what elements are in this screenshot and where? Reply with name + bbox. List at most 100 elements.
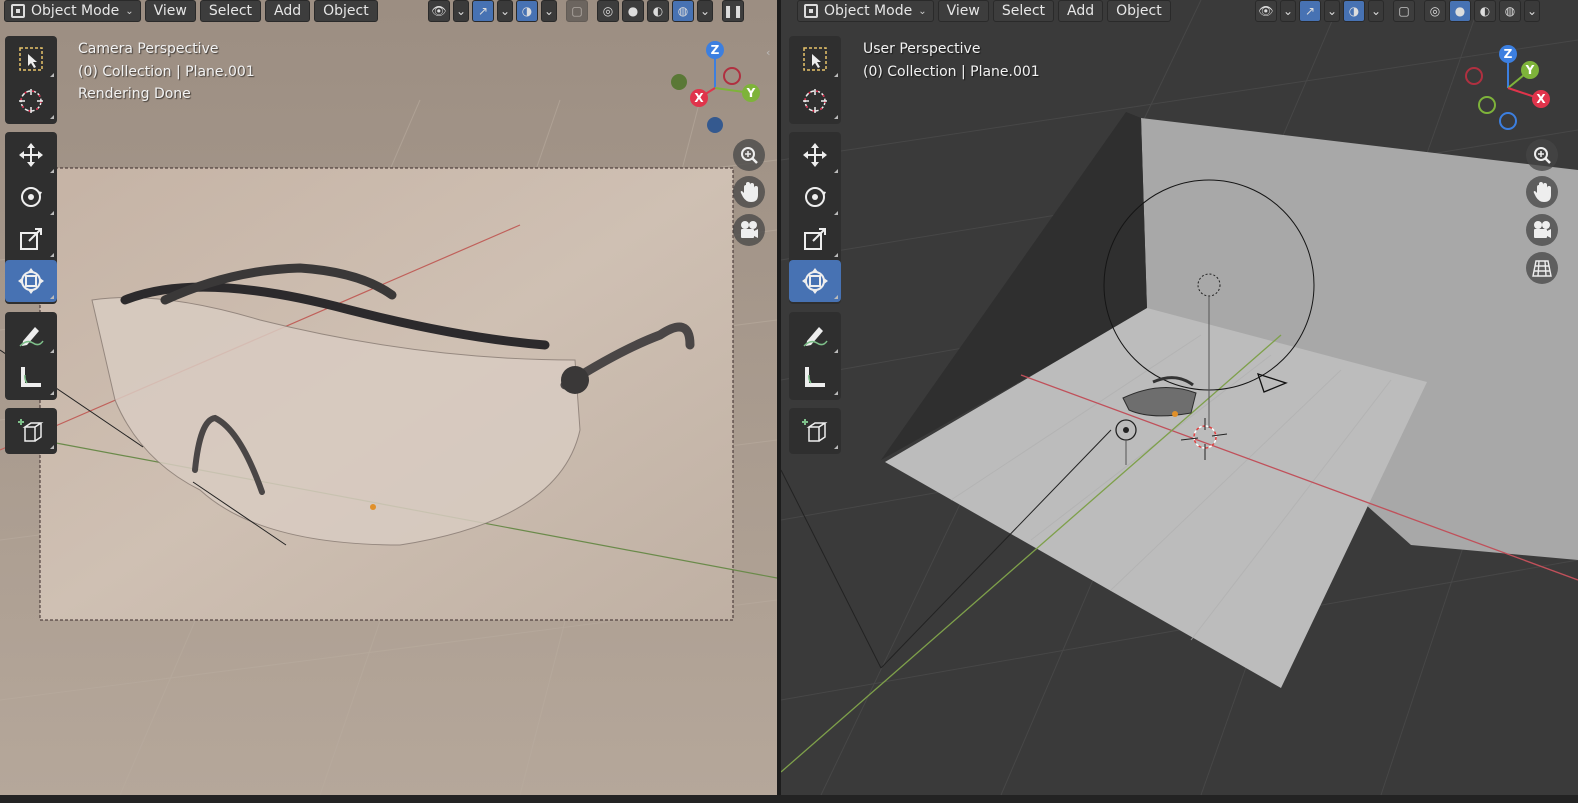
material-shading-icon[interactable]: ◐ [647, 0, 669, 22]
gizmo-toggle-icon[interactable]: ↗ [472, 0, 494, 22]
wireframe-shading-icon[interactable]: ◎ [1424, 0, 1446, 22]
cursor-tool[interactable] [5, 80, 57, 122]
cursor-tool[interactable] [789, 80, 841, 122]
xray-icon[interactable]: ▢ [566, 0, 588, 22]
view-perspective-label: Camera Perspective [78, 41, 219, 57]
grid-perspective-icon [1532, 260, 1552, 277]
neg-y-axis-dot[interactable] [1478, 96, 1496, 114]
select-box-icon [19, 47, 43, 71]
menu-object[interactable]: Object [1107, 0, 1171, 22]
material-shading-icon[interactable]: ◐ [1474, 0, 1496, 22]
navigation-gizmo[interactable]: Z Y X [1461, 38, 1561, 138]
header-right-controls: 👁 ⌄ ↗ ⌄ ◑ ⌄ ▢ ◎ ● ◐ ◍ ⌄ [1255, 0, 1540, 22]
cursor-icon [19, 89, 43, 113]
viewport-header: Object Mode ⌄ View Select Add Object [0, 0, 378, 22]
menu-view[interactable]: View [144, 0, 196, 22]
left-viewport[interactable]: Object Mode ⌄ View Select Add Object 👁 ⌄… [0, 0, 777, 795]
chevron-down-icon[interactable]: ⌄ [453, 0, 469, 22]
select-tools-group [5, 36, 57, 124]
xray-icon[interactable]: ▢ [1393, 0, 1415, 22]
status-bar [0, 795, 1578, 803]
rotate-icon [805, 187, 826, 207]
zoom-button[interactable] [733, 139, 765, 171]
chevron-down-icon[interactable]: ⌄ [1524, 0, 1540, 22]
add-cube-tool[interactable] [789, 410, 841, 452]
neg-y-axis-dot[interactable] [671, 74, 687, 90]
move-tool[interactable] [789, 134, 841, 176]
chevron-down-icon[interactable]: ⌄ [541, 0, 557, 22]
measure-tool[interactable] [5, 356, 57, 398]
measure-tool[interactable] [789, 356, 841, 398]
menu-select[interactable]: Select [992, 0, 1055, 22]
collection-object-label: (0) Collection | Plane.001 [863, 63, 1040, 80]
scale-tool[interactable] [789, 218, 841, 260]
menu-select[interactable]: Select [199, 0, 262, 22]
move-icon [803, 143, 827, 167]
zoom-button[interactable] [1526, 139, 1558, 171]
wireframe-shading-icon[interactable]: ◎ [597, 0, 619, 22]
camera-view-button[interactable] [733, 214, 765, 246]
menu-add[interactable]: Add [265, 0, 311, 22]
right-viewport[interactable]: Object Mode ⌄ View Select Add Object 👁 ⌄… [781, 0, 1578, 795]
solid-shading-icon[interactable]: ● [622, 0, 644, 22]
z-axis-label: Z [711, 43, 720, 57]
select-box-tool[interactable] [5, 38, 57, 80]
visibility-icon[interactable]: 👁 [1255, 0, 1277, 22]
rendered-shading-icon[interactable]: ◍ [672, 0, 694, 22]
chevron-down-icon[interactable]: ⌄ [1368, 0, 1384, 22]
add-cube-tool[interactable] [5, 410, 57, 452]
scale-tool[interactable] [5, 218, 57, 260]
annotate-tool[interactable] [789, 314, 841, 356]
move-icon [19, 143, 43, 167]
rotate-tool[interactable] [789, 176, 841, 218]
perspective-toggle-button[interactable] [1526, 252, 1558, 284]
transform-tool[interactable] [789, 260, 841, 302]
annotate-tool[interactable] [5, 314, 57, 356]
sidebar-toggle-icon[interactable]: ‹ [766, 46, 770, 59]
annotate-tools-group [789, 312, 841, 400]
gizmo-toggle-icon[interactable]: ↗ [1299, 0, 1321, 22]
mode-label: Object Mode [31, 3, 120, 19]
x-axis-label: X [1536, 92, 1546, 106]
cursor-icon [803, 89, 827, 113]
transform-tools-group [789, 132, 841, 304]
pan-button[interactable] [733, 176, 765, 208]
chevron-down-icon[interactable]: ⌄ [697, 0, 713, 22]
tool-toolbar [789, 36, 841, 462]
menu-view[interactable]: View [937, 0, 989, 22]
pause-render-icon[interactable]: ❚❚ [722, 0, 745, 22]
chevron-down-icon[interactable]: ⌄ [1324, 0, 1340, 22]
pan-button[interactable] [1526, 176, 1558, 208]
navigation-gizmo[interactable]: Z Y X [665, 38, 765, 138]
rendered-shading-icon[interactable]: ◍ [1499, 0, 1521, 22]
neg-z-axis-dot[interactable] [707, 117, 723, 133]
solid-shading-icon[interactable]: ● [1449, 0, 1471, 22]
camera-view-button[interactable] [1526, 214, 1558, 246]
neg-z-axis-dot[interactable] [1499, 112, 1517, 130]
menu-add[interactable]: Add [1058, 0, 1104, 22]
transform-tool[interactable] [5, 260, 57, 302]
annotate-pencil-icon [803, 327, 828, 347]
select-box-tool[interactable] [789, 38, 841, 80]
chevron-down-icon[interactable]: ⌄ [497, 0, 513, 22]
render-status-label: Rendering Done [78, 86, 191, 102]
neg-x-axis-dot[interactable] [723, 67, 741, 85]
add-tools-group [5, 408, 57, 454]
annotate-tools-group [5, 312, 57, 400]
mode-selector[interactable]: Object Mode ⌄ [797, 0, 934, 22]
menu-object[interactable]: Object [314, 0, 378, 22]
viewport-info-overlay: Camera Perspective (0) Collection | Plan… [78, 38, 255, 106]
mode-selector[interactable]: Object Mode ⌄ [4, 0, 141, 22]
neg-x-axis-dot[interactable] [1465, 67, 1483, 85]
overlay-toggle-icon[interactable]: ◑ [516, 0, 538, 22]
measure-ruler-icon [805, 367, 825, 387]
chevron-down-icon: ⌄ [125, 5, 134, 17]
rotate-tool[interactable] [5, 176, 57, 218]
chevron-down-icon[interactable]: ⌄ [1280, 0, 1296, 22]
scale-icon [20, 228, 42, 250]
y-axis-label: Y [746, 86, 756, 100]
move-tool[interactable] [5, 134, 57, 176]
visibility-icon[interactable]: 👁 [428, 0, 450, 22]
overlay-toggle-icon[interactable]: ◑ [1343, 0, 1365, 22]
object-mode-icon [804, 4, 818, 18]
